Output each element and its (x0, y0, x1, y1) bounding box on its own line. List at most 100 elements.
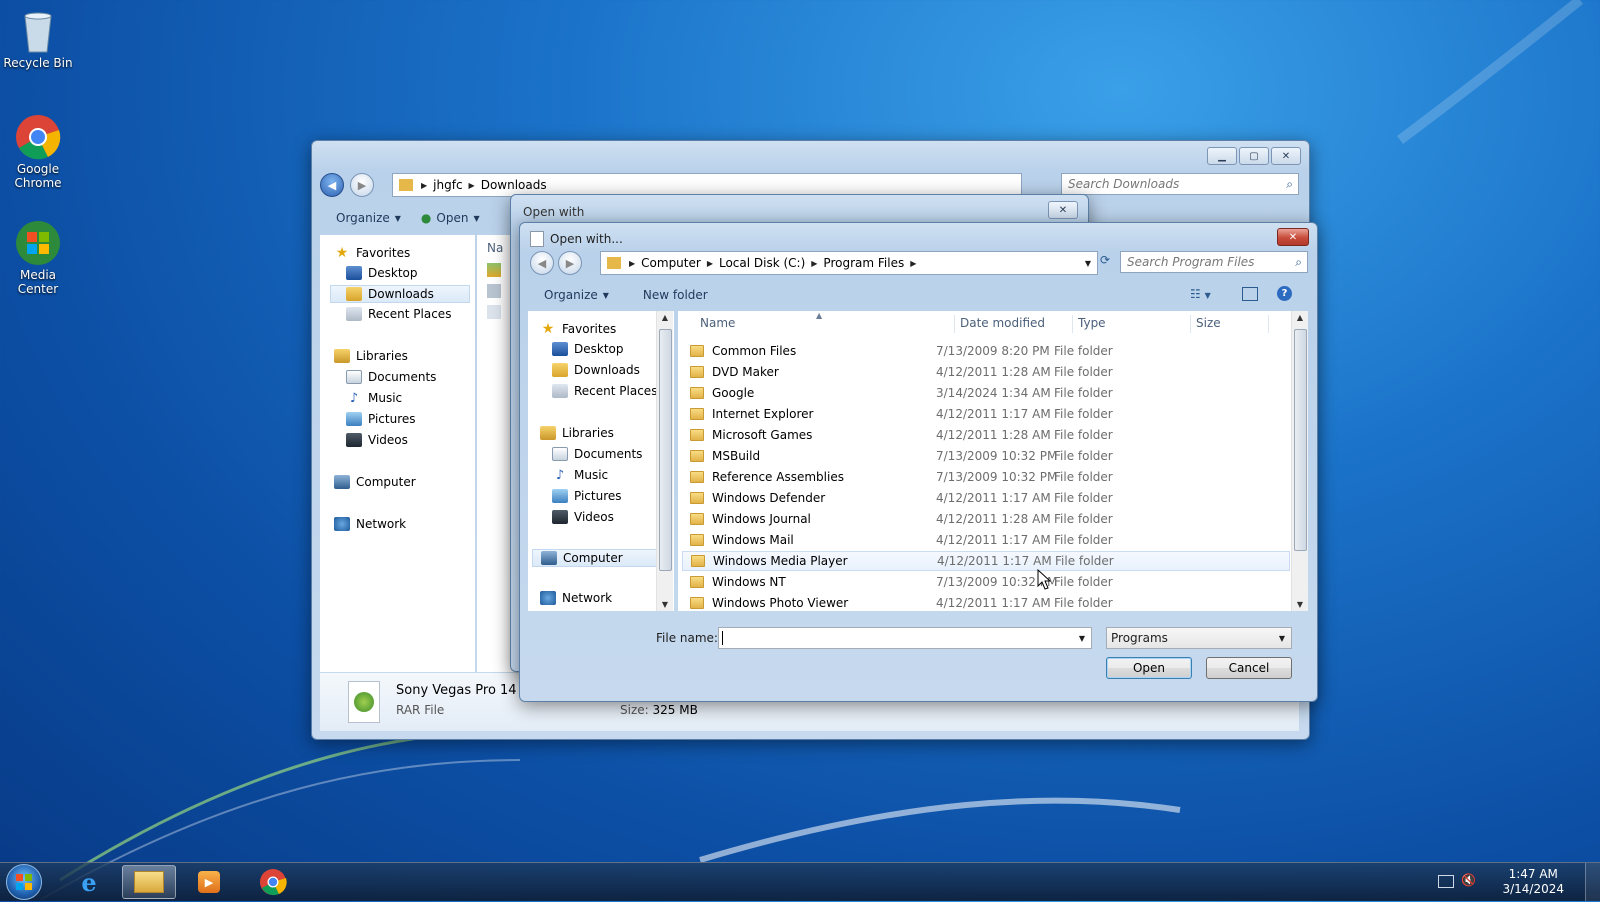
forward-button[interactable]: ▶ (350, 173, 374, 197)
taskbar-internet-explorer[interactable]: e (62, 865, 116, 899)
clock-date: 3/14/2024 (1502, 882, 1564, 896)
chevron-down-icon[interactable]: ▼ (1079, 634, 1085, 643)
scroll-up-arrow[interactable]: ▲ (657, 313, 673, 322)
nav-pictures[interactable]: Pictures (346, 412, 416, 426)
taskbar-media-player[interactable]: ▶ (182, 865, 236, 899)
taskbar-windows-explorer[interactable] (122, 865, 176, 899)
dialog-address-bar[interactable]: ▶ Computer ▶ Local Disk (C:) ▶ Program F… (600, 251, 1098, 275)
maximize-button[interactable]: ▢ (1239, 147, 1269, 165)
organize-menu[interactable]: Organize ▼ (544, 288, 609, 302)
dialog-search-input[interactable]: Search Program Files ⌕ (1120, 251, 1308, 273)
file-name-input[interactable]: ▼ (718, 627, 1092, 649)
forward-button[interactable]: ▶ (558, 251, 582, 275)
column-header-date[interactable]: Date modified (960, 311, 1045, 335)
cancel-button[interactable]: Cancel (1206, 657, 1292, 679)
scroll-thumb[interactable] (659, 329, 672, 571)
address-dropdown[interactable]: ▼ (1085, 259, 1091, 268)
folder-icon (690, 597, 704, 609)
file-row[interactable]: Common Files 7/13/2009 8:20 PM File folder (682, 341, 1290, 361)
chevron-down-icon: ▼ (1278, 633, 1285, 643)
breadcrumb-local-disk[interactable]: Local Disk (C:) (715, 256, 809, 270)
nav-videos[interactable]: Videos (346, 433, 408, 447)
column-header-name[interactable]: Name (700, 311, 735, 335)
file-row[interactable]: Internet Explorer 4/12/2011 1:17 AM File f… (682, 404, 1290, 424)
nav-network[interactable]: Network (334, 517, 406, 531)
scroll-thumb[interactable] (1294, 329, 1307, 551)
column-header-type[interactable]: Type (1078, 311, 1106, 335)
back-button[interactable]: ◀ (320, 173, 344, 197)
nav-recent-places[interactable]: Recent Places (552, 384, 657, 398)
nav-favorites[interactable]: ★ Favorites (540, 321, 617, 337)
desktop-icon-media-center[interactable]: Media Center (0, 214, 76, 296)
file-row[interactable]: Windows NT 7/13/2009 10:32 PM File folder (682, 572, 1290, 592)
start-button[interactable] (6, 864, 42, 900)
taskbar-clock[interactable]: 1:47 AM 3/14/2024 (1502, 867, 1564, 897)
nav-videos[interactable]: Videos (552, 510, 614, 524)
libraries-icon (540, 426, 556, 440)
refresh-button[interactable]: ⟳ (1100, 253, 1118, 273)
show-desktop-button[interactable] (1585, 863, 1600, 901)
scroll-down-arrow[interactable]: ▼ (1292, 600, 1308, 609)
dialog-file-list: Name ▲ Date modified Type Size Common Fi… (678, 311, 1308, 611)
file-row[interactable]: Google 3/14/2024 1:34 AM File folder (682, 383, 1290, 403)
nav-desktop[interactable]: Desktop (346, 266, 418, 280)
minimize-button[interactable]: ▁ (1207, 147, 1237, 165)
breadcrumb-program-files[interactable]: Program Files (819, 256, 908, 270)
folder-icon (607, 257, 621, 269)
open-button[interactable]: Open (1106, 657, 1192, 679)
nav-documents[interactable]: Documents (346, 370, 436, 384)
nav-favorites[interactable]: ★ Favorites (334, 245, 411, 261)
desktop-icon-recycle-bin[interactable]: Recycle Bin (0, 2, 76, 70)
organize-menu[interactable]: Organize ▼ (336, 211, 401, 225)
volume-muted-icon[interactable]: 🔇 (1461, 873, 1476, 887)
close-button[interactable]: ✕ (1277, 228, 1309, 246)
breadcrumb-jhgfc[interactable]: jhgfc (429, 178, 466, 192)
scroll-down-arrow[interactable]: ▼ (657, 600, 673, 609)
scroll-up-arrow[interactable]: ▲ (1292, 313, 1308, 322)
file-type-filter-select[interactable]: Programs ▼ (1106, 627, 1292, 649)
file-row[interactable]: MSBuild 7/13/2009 10:32 PM File folder (682, 446, 1290, 466)
network-tray-icon[interactable] (1438, 875, 1454, 888)
nav-pictures[interactable]: Pictures (552, 489, 622, 503)
file-row[interactable]: Windows Photo Viewer 4/12/2011 1:17 AM Fil… (682, 593, 1290, 611)
nav-recent-places[interactable]: Recent Places (346, 307, 451, 321)
preview-pane-icon[interactable] (1242, 287, 1258, 301)
breadcrumb-downloads[interactable]: Downloads (477, 178, 551, 192)
views-icon[interactable]: ☷ ▼ (1190, 287, 1211, 301)
nav-downloads[interactable]: Downloads (330, 285, 470, 303)
file-icon (487, 284, 501, 298)
nav-desktop[interactable]: Desktop (552, 342, 624, 356)
close-button[interactable]: ✕ (1271, 147, 1301, 165)
nav-music[interactable]: ♪ Music (346, 391, 402, 406)
nav-downloads[interactable]: Downloads (552, 363, 640, 377)
nav-pane-scrollbar[interactable]: ▲ ▼ (656, 311, 673, 611)
breadcrumb-computer[interactable]: Computer (637, 256, 705, 270)
sort-ascending-icon: ▲ (816, 311, 823, 320)
column-header-size[interactable]: Size (1196, 311, 1221, 335)
open-menu[interactable]: ● Open ▼ (421, 211, 480, 225)
desktop-icon-google-chrome[interactable]: Google Chrome (0, 108, 76, 190)
file-row[interactable]: Windows Journal 4/12/2011 1:28 AM File fol… (682, 509, 1290, 529)
nav-libraries[interactable]: Libraries (334, 349, 408, 363)
file-list-scrollbar[interactable]: ▲ ▼ (1291, 311, 1308, 611)
back-button[interactable]: ◀ (530, 251, 554, 275)
nav-computer[interactable]: Computer (334, 475, 416, 489)
nav-computer[interactable]: Computer (532, 549, 660, 567)
nav-music[interactable]: ♪ Music (552, 468, 608, 483)
name-column-header[interactable]: Na (487, 241, 503, 255)
close-button[interactable]: ✕ (1048, 201, 1078, 219)
new-folder-button[interactable]: New folder (643, 288, 708, 302)
file-row[interactable]: Windows Mail 4/12/2011 1:17 AM File folder (682, 530, 1290, 550)
file-row[interactable]: DVD Maker 4/12/2011 1:28 AM File folder (682, 362, 1290, 382)
file-row[interactable]: Windows Defender 4/12/2011 1:17 AM File fo… (682, 488, 1290, 508)
file-row[interactable]: Windows Media Player 4/12/2011 1:17 AM Fil… (682, 551, 1290, 571)
file-row[interactable]: Microsoft Games 4/12/2011 1:28 AM File fol… (682, 425, 1290, 445)
explorer-search-input[interactable]: Search Downloads ⌕ (1061, 173, 1299, 195)
nav-network[interactable]: Network (540, 591, 612, 605)
nav-libraries[interactable]: Libraries (540, 426, 614, 440)
file-row[interactable]: Reference Assemblies 7/13/2009 10:32 PM Fi… (682, 467, 1290, 487)
help-icon[interactable]: ? (1277, 286, 1292, 301)
taskbar-google-chrome[interactable] (246, 865, 300, 899)
star-icon: ★ (541, 321, 555, 337)
nav-documents[interactable]: Documents (552, 447, 642, 461)
